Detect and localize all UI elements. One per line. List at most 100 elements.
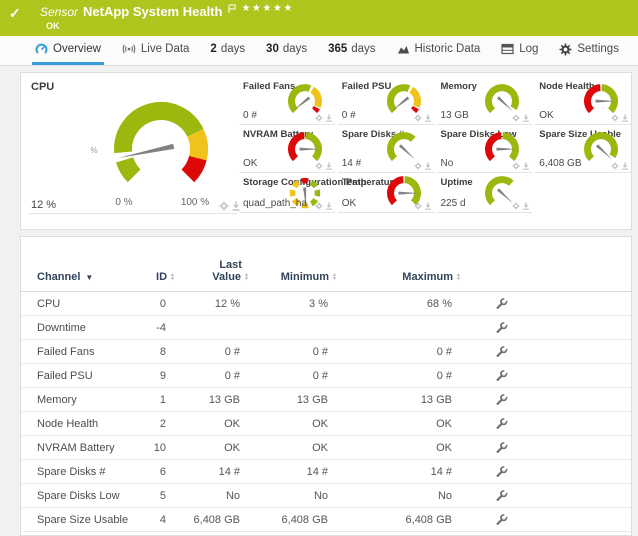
- channel-settings-wrench-icon[interactable]: [495, 345, 508, 358]
- channel-maximum: 13 GB: [337, 394, 461, 406]
- channel-last-value: 12 %: [175, 298, 249, 310]
- channel-settings-wrench-icon[interactable]: [495, 441, 508, 454]
- channel-name: Spare Size Usable: [37, 514, 137, 526]
- tab-overview[interactable]: Overview: [32, 36, 104, 65]
- table-row[interactable]: Downtime -4: [21, 316, 631, 340]
- table-row[interactable]: NVRAM Battery 10 OK OK OK: [21, 436, 631, 460]
- tab-settings[interactable]: Settings: [556, 36, 622, 65]
- tab-365-days[interactable]: 365 days: [325, 36, 378, 65]
- channel-minimum: 6,408 GB: [249, 514, 337, 526]
- tab-number: 2: [210, 43, 216, 55]
- channel-settings-gear-icon[interactable]: [512, 114, 520, 122]
- table-row[interactable]: Failed Fans 8 0 # 0 # 0 #: [21, 340, 631, 364]
- column-header-minimum[interactable]: Minimum ▲▼: [249, 271, 337, 283]
- channel-maximum: OK: [337, 418, 461, 430]
- table-row[interactable]: CPU 0 12 % 3 % 68 %: [21, 292, 631, 316]
- channel-last-value: 14 #: [175, 466, 249, 478]
- pin-download-icon[interactable]: [424, 114, 432, 122]
- cpu-gauge: 0 %100 %%: [81, 91, 241, 213]
- channel-last-value: 0 #: [175, 370, 249, 382]
- channel-name: Node Health: [37, 418, 137, 430]
- channel-settings-gear-icon[interactable]: [315, 114, 323, 122]
- column-header-maximum[interactable]: Maximum ▲▼: [337, 271, 461, 283]
- table-row[interactable]: Spare Size Usable 4 6,408 GB 6,408 GB 6,…: [21, 508, 631, 532]
- tab-label: Overview: [53, 43, 101, 55]
- channel-id: 10: [137, 442, 175, 454]
- header-label: Minimum: [281, 271, 329, 283]
- header-label: ID: [156, 271, 167, 283]
- channel-settings-gear-icon[interactable]: [414, 114, 422, 122]
- pin-download-icon[interactable]: [325, 202, 333, 210]
- table-row[interactable]: Failed PSU 9 0 # 0 # 0 #: [21, 364, 631, 388]
- gauge-tile-memory[interactable]: Memory 13 GB: [437, 77, 533, 125]
- channel-settings-gear-icon[interactable]: [219, 201, 229, 211]
- channel-settings-wrench-icon[interactable]: [495, 369, 508, 382]
- channel-settings-wrench-icon[interactable]: [495, 321, 508, 334]
- gauge-tile-nvram-battery[interactable]: NVRAM Battery OK: [239, 125, 335, 173]
- channel-settings-wrench-icon[interactable]: [495, 297, 508, 310]
- gauge-icon: [35, 43, 48, 56]
- gauge-tile-uptime[interactable]: Uptime 225 d: [437, 173, 533, 213]
- channel-settings-wrench-icon[interactable]: [495, 465, 508, 478]
- channel-last-value: OK: [175, 418, 249, 430]
- channel-minimum: 0 #: [249, 346, 337, 358]
- channel-minimum: No: [249, 490, 337, 502]
- channel-settings-gear-icon[interactable]: [611, 114, 619, 122]
- column-header-last-value[interactable]: Last Value▲▼: [175, 259, 249, 283]
- gauge-tile-spare-size-usable[interactable]: Spare Size Usable 6,408 GB: [535, 125, 631, 173]
- channel-settings-wrench-icon[interactable]: [495, 489, 508, 502]
- sensor-status-badge: OK: [46, 21, 60, 31]
- column-header-channel[interactable]: Channel ▼: [37, 271, 137, 283]
- gauge-tile-storage-configuration-path[interactable]: Storage Configuration Path quad_path_ha: [239, 173, 335, 213]
- channel-settings-gear-icon[interactable]: [512, 202, 520, 210]
- channel-id: 6: [137, 466, 175, 478]
- table-row[interactable]: Memory 1 13 GB 13 GB 13 GB: [21, 388, 631, 412]
- tab-2-days[interactable]: 2 days: [207, 36, 248, 65]
- channel-settings-gear-icon[interactable]: [315, 202, 323, 210]
- cpu-gauge-value: 12 %: [31, 199, 56, 211]
- table-header-row: Channel ▼ ID ▲▼ Last Value▲▼ Minimum ▲▼ …: [21, 237, 631, 292]
- gauge-tile-spare-disks-low[interactable]: Spare Disks Low No: [437, 125, 533, 173]
- svg-text:%: %: [90, 146, 97, 155]
- pin-download-icon[interactable]: [522, 114, 530, 122]
- channel-settings-gear-icon[interactable]: [414, 202, 422, 210]
- tab-30-days[interactable]: 30 days: [263, 36, 310, 65]
- column-header-id[interactable]: ID ▲▼: [137, 271, 175, 283]
- gauge-tile-failed-fans[interactable]: Failed Fans 0 #: [239, 77, 335, 125]
- channel-id: -4: [137, 322, 175, 334]
- small-gauge-grid: Failed Fans 0 # Failed PSU 0 # Memory 13…: [239, 77, 631, 213]
- chart-icon: [397, 43, 410, 55]
- pin-download-icon[interactable]: [621, 114, 629, 122]
- priority-flag-icon[interactable]: [228, 4, 236, 14]
- gauge-tile-failed-psu[interactable]: Failed PSU 0 #: [338, 77, 434, 125]
- channel-settings-wrench-icon[interactable]: [495, 513, 508, 526]
- gauge-tile-temperature[interactable]: Temperature OK: [338, 173, 434, 213]
- tab-label: days: [351, 43, 375, 55]
- pin-download-icon[interactable]: [424, 202, 432, 210]
- pin-download-icon[interactable]: [621, 162, 629, 170]
- pin-download-icon[interactable]: [522, 202, 530, 210]
- table-row[interactable]: Spare Disks Low 5 No No No: [21, 484, 631, 508]
- channel-id: 0: [137, 298, 175, 310]
- tab-label: Settings: [577, 43, 619, 55]
- channel-name: Spare Disks Low: [37, 490, 137, 502]
- channel-settings-wrench-icon[interactable]: [495, 393, 508, 406]
- channel-settings-gear-icon[interactable]: [611, 162, 619, 170]
- gauges-panel: CPU 0 %100 %% 12 % Failed Fans 0 # Faile…: [20, 72, 632, 230]
- header-label: Value: [212, 271, 241, 283]
- pin-download-icon[interactable]: [325, 114, 333, 122]
- table-row[interactable]: Spare Disks # 6 14 # 14 # 14 #: [21, 460, 631, 484]
- tab-log[interactable]: Log: [498, 36, 541, 65]
- channel-id: 5: [137, 490, 175, 502]
- table-row[interactable]: Node Health 2 OK OK OK: [21, 412, 631, 436]
- channel-settings-wrench-icon[interactable]: [495, 417, 508, 430]
- gauge-tile-spare-disks[interactable]: Spare Disks # 14 #: [338, 125, 434, 173]
- channel-maximum: 14 #: [337, 466, 461, 478]
- channel-last-value: OK: [175, 442, 249, 454]
- channel-maximum: No: [337, 490, 461, 502]
- tab-live-data[interactable]: Live Data: [119, 36, 193, 65]
- gauge-tile-node-health[interactable]: Node Health OK: [535, 77, 631, 125]
- channel-last-value: 13 GB: [175, 394, 249, 406]
- tab-historic-data[interactable]: Historic Data: [394, 36, 484, 65]
- priority-stars[interactable]: ★★★★★: [241, 3, 293, 14]
